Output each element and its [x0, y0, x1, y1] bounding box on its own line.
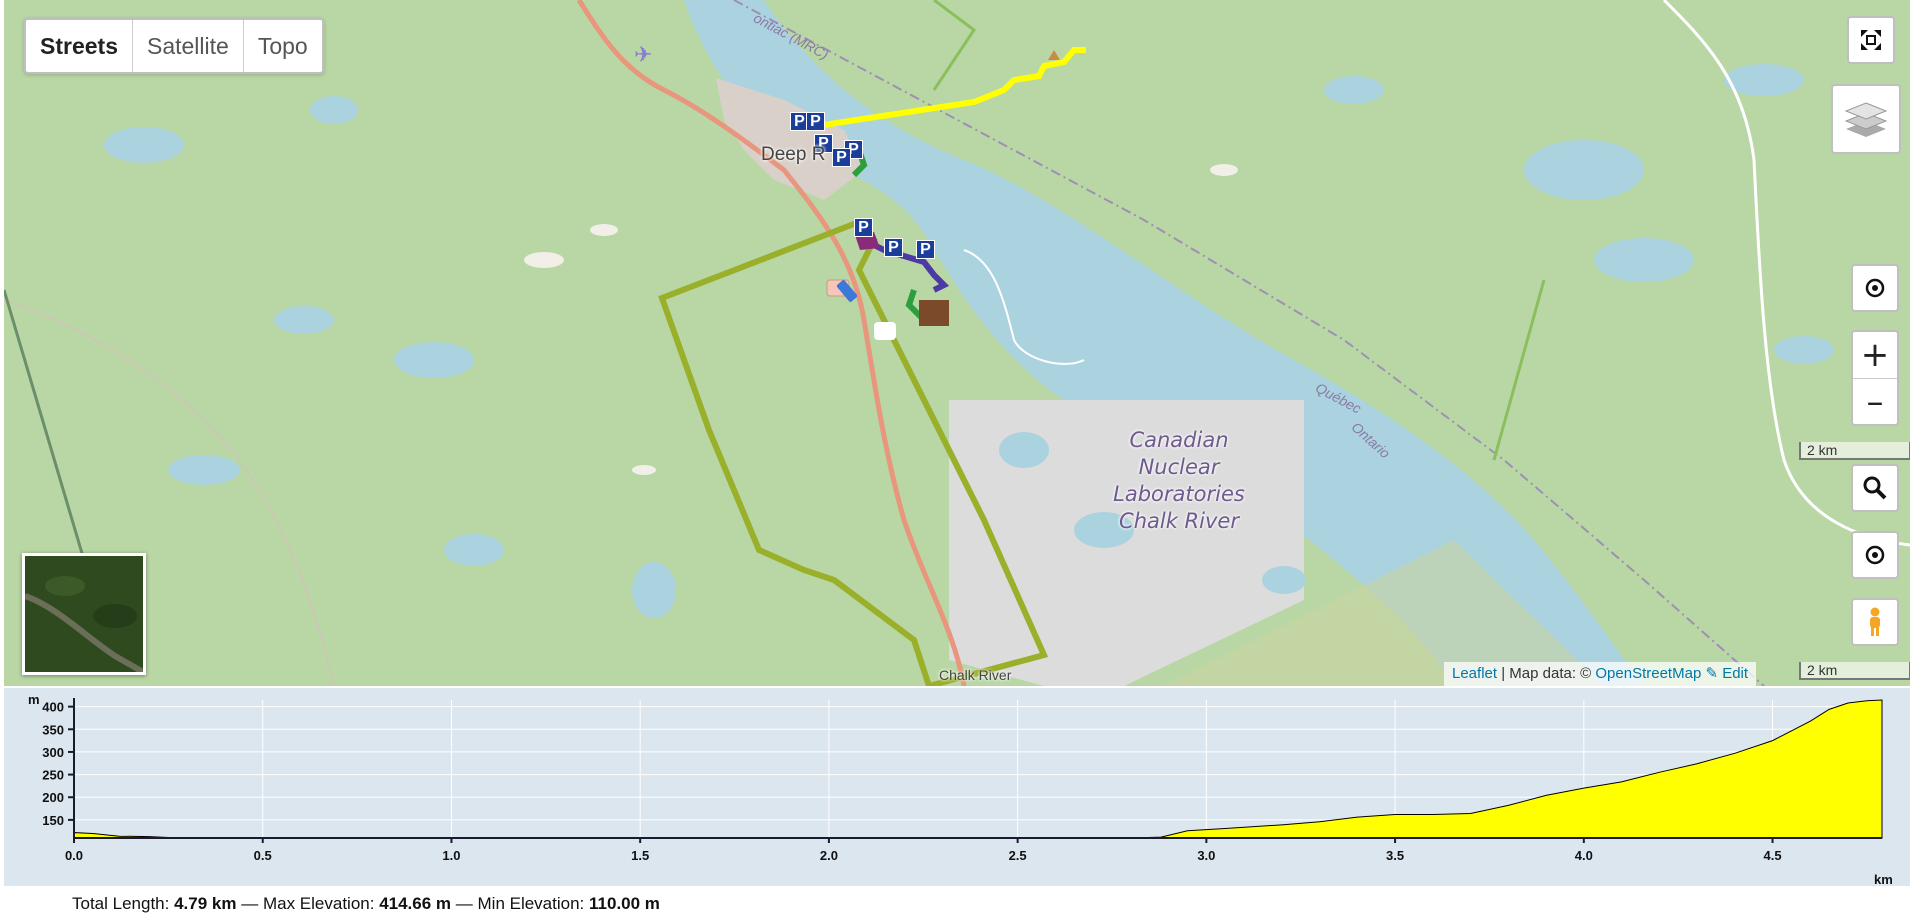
boundary	[932, 0, 977, 91]
search-icon	[1863, 476, 1887, 500]
lake	[310, 96, 358, 124]
minimap[interactable]	[22, 553, 146, 675]
x-tick-label: 4.5	[1763, 848, 1781, 863]
edit-link[interactable]: ✎ Edit	[1705, 665, 1748, 682]
clearing	[524, 252, 564, 268]
clearing	[1210, 164, 1238, 176]
pegman-icon	[1870, 607, 1880, 636]
map-tiles: ✈	[4, 0, 1910, 686]
lake	[1594, 238, 1694, 282]
x-tick-label: 2.0	[820, 848, 838, 863]
zoom-out-button[interactable]: –	[1853, 378, 1897, 425]
min-elevation-label: Min Elevation:	[477, 894, 585, 913]
lake	[1324, 76, 1384, 104]
locate-button[interactable]	[1851, 264, 1899, 312]
parking-icon[interactable]: P	[832, 148, 851, 167]
y-tick-label: 150	[42, 813, 64, 828]
elevation-profile[interactable]: 400 350 300 250 200 150 0.0 0.5 1.0 1.5 2.0 2.5 3.0 3…	[4, 688, 1910, 886]
elevation-area	[73, 699, 1883, 839]
length-value: 4.79 km	[174, 894, 237, 913]
separator: —	[455, 894, 473, 913]
y-tick-label: 250	[42, 768, 64, 783]
lake	[1262, 566, 1306, 594]
y-tick-label: 350	[42, 722, 64, 737]
lake	[394, 342, 474, 378]
boundary	[4, 289, 86, 561]
x-axis-label: km	[1874, 872, 1893, 886]
attribution: Leaflet | Map data: © OpenStreetMap ✎ Ed…	[1444, 662, 1757, 686]
place-label-line: Laboratories	[1113, 482, 1245, 506]
lake	[632, 562, 676, 618]
map-canvas[interactable]: ✈ P P P P P P P P Deep R Chalk River ont…	[4, 0, 1910, 686]
track-summary: Total Length: 4.79 km — Max Elevation: 4…	[72, 894, 660, 914]
marker	[874, 322, 896, 340]
parking-icon[interactable]: P	[916, 240, 935, 259]
min-elevation-value: 110.00 m	[589, 894, 660, 913]
zoom-control: + –	[1851, 330, 1899, 426]
parking-icon[interactable]: P	[884, 238, 903, 257]
clearing	[632, 465, 656, 475]
y-tick-label: 300	[42, 745, 64, 760]
x-tick-label: 2.5	[1009, 848, 1027, 863]
x-tick-label: 1.5	[631, 848, 649, 863]
place-label-line: Chalk River	[1119, 509, 1239, 533]
town-label: Deep R	[761, 144, 826, 165]
lake	[999, 432, 1049, 468]
x-tick-label: 3.5	[1386, 848, 1404, 863]
leaflet-link[interactable]: Leaflet	[1452, 665, 1497, 682]
x-tick-label: 0.5	[254, 848, 272, 863]
fullscreen-icon	[1861, 30, 1881, 50]
minimap-image	[25, 556, 143, 672]
osm-link[interactable]: OpenStreetMap	[1595, 665, 1701, 682]
base-layer-switcher: Streets Satellite Topo	[24, 18, 324, 74]
lake	[104, 127, 184, 163]
lake	[1774, 336, 1834, 364]
max-elevation-value: 414.66 m	[379, 894, 452, 913]
base-layer-satellite[interactable]: Satellite	[133, 20, 244, 72]
layers-button[interactable]	[1831, 84, 1901, 154]
x-tick-label: 3.0	[1197, 848, 1215, 863]
separator: —	[241, 894, 259, 913]
scale-bar: 2 km	[1799, 662, 1910, 680]
x-tick-label: 4.0	[1575, 848, 1593, 863]
max-elevation-label: Max Elevation:	[262, 894, 375, 913]
attribution-text: | Map data: ©	[1501, 665, 1592, 682]
zoom-in-button[interactable]: +	[1853, 332, 1897, 378]
crosshair-icon	[1865, 278, 1885, 298]
lake	[444, 534, 504, 566]
lake	[274, 306, 334, 334]
place-label: Canadian Nuclear Laboratories Chalk Rive…	[1104, 427, 1254, 535]
x-tick-label: 0.0	[65, 848, 83, 863]
parking-icon[interactable]: P	[806, 112, 825, 131]
crosshair-icon	[1865, 545, 1885, 565]
place-label-line: Nuclear	[1138, 455, 1220, 479]
photo-marker	[919, 300, 949, 326]
base-layer-streets[interactable]: Streets	[26, 20, 133, 72]
fullscreen-button[interactable]	[1847, 16, 1895, 64]
base-layer-topo[interactable]: Topo	[244, 20, 322, 72]
layers-icon	[1844, 102, 1888, 137]
length-label: Total Length:	[72, 894, 170, 913]
lake	[168, 455, 240, 485]
y-tick-label: 400	[42, 700, 64, 715]
airport-icon: ✈	[634, 43, 652, 68]
y-tick-label: 200	[42, 790, 64, 805]
map-viewer: ✈ P P P P P P P P Deep R Chalk River ont…	[0, 0, 1917, 916]
lake	[1524, 140, 1644, 200]
boundary	[1492, 279, 1546, 461]
scale-bar: 2 km	[1799, 442, 1910, 460]
clearing	[590, 224, 618, 236]
parking-icon[interactable]: P	[854, 218, 873, 237]
place-label-line: Canadian	[1129, 428, 1229, 452]
streetview-button[interactable]	[1851, 598, 1899, 646]
y-axis-label: m	[28, 692, 40, 707]
elevation-chart: 400 350 300 250 200 150 0.0 0.5 1.0 1.5 2.0 2.5 3.0 3…	[28, 692, 1893, 886]
locate-button-2[interactable]	[1851, 531, 1899, 579]
search-button[interactable]	[1851, 464, 1899, 512]
x-tick-label: 1.0	[442, 848, 460, 863]
peak-icon	[1048, 50, 1060, 60]
town-label: Chalk River	[939, 667, 1012, 683]
